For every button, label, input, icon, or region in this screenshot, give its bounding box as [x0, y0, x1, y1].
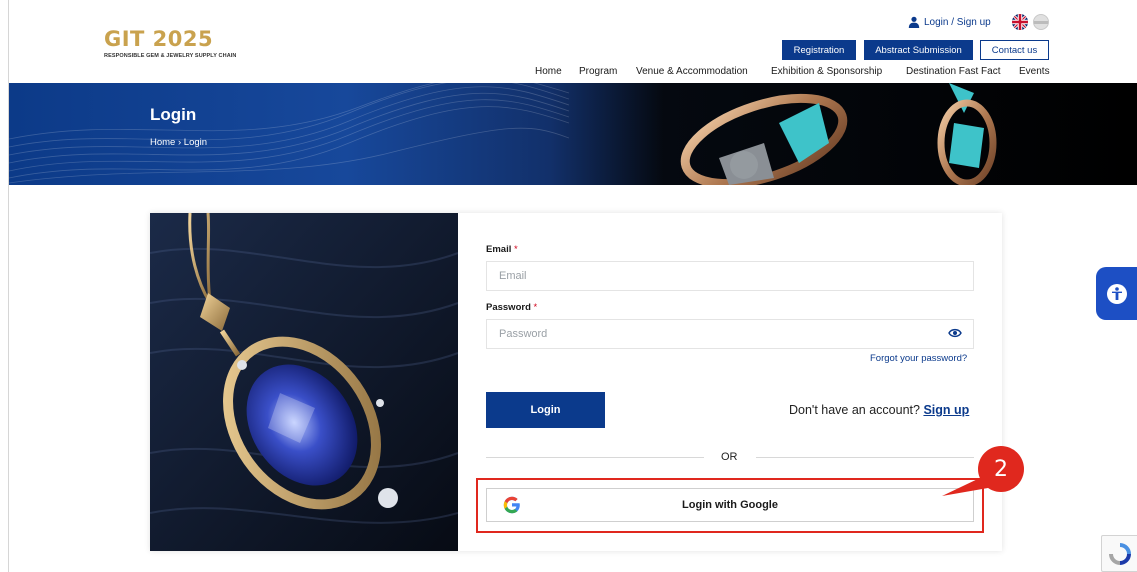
user-icon [908, 16, 920, 28]
login-signup-link[interactable]: Login / Sign up [908, 16, 991, 28]
password-input[interactable] [486, 319, 974, 349]
forgot-password-link[interactable]: Forgot your password? [870, 353, 967, 364]
required-mark: * [533, 302, 538, 313]
step-number: 2 [994, 456, 1008, 482]
jewelry-banner-image [680, 83, 997, 185]
page-title: Login [150, 105, 197, 124]
email-input[interactable] [486, 261, 974, 291]
sapphire-pendant-image [150, 213, 458, 551]
sign-up-link[interactable]: Sign up [923, 403, 969, 417]
registration-button[interactable]: Registration [782, 40, 856, 60]
no-account-text: Don't have an account? Sign up [789, 403, 969, 417]
nav-venue-accommodation[interactable]: Venue & Accommodation [636, 66, 748, 77]
banner-wave-lines [9, 83, 569, 184]
google-button-highlight-box [476, 478, 984, 533]
logo-title: GIT 2025 [104, 27, 214, 51]
login-signup-label: Login / Sign up [924, 16, 991, 28]
nav-program[interactable]: Program [579, 66, 617, 77]
password-label: Password * [486, 302, 537, 313]
password-label-text: Password [486, 302, 531, 313]
divider-left [486, 457, 704, 458]
nav-events[interactable]: Events [1019, 66, 1050, 77]
no-account-label: Don't have an account? [789, 403, 920, 417]
accessibility-icon [1106, 283, 1127, 304]
eye-icon[interactable] [948, 327, 962, 339]
nav-destination-fast-fact[interactable]: Destination Fast Fact [906, 66, 1000, 77]
abstract-submission-button[interactable]: Abstract Submission [864, 40, 973, 60]
uk-flag-icon[interactable] [1012, 14, 1028, 30]
nav-exhibition-sponsorship[interactable]: Exhibition & Sponsorship [771, 66, 882, 77]
required-mark: * [514, 244, 518, 255]
page-banner: Login Home › Login [9, 83, 1137, 185]
email-label-text: Email [486, 244, 512, 255]
or-divider-text: OR [721, 451, 738, 463]
logo-subtitle: RESPONSIBLE GEM & JEWELRY SUPPLY CHAIN [104, 53, 237, 59]
email-label: Email * [486, 244, 518, 255]
accessibility-button[interactable] [1096, 267, 1137, 320]
login-button[interactable]: Login [486, 392, 605, 428]
breadcrumb: Home › Login [150, 137, 208, 148]
site-logo[interactable]: GIT 2025 RESPONSIBLE GEM & JEWELRY SUPPL… [104, 28, 236, 59]
language-flag-icon[interactable] [1033, 14, 1049, 30]
contact-us-button[interactable]: Contact us [980, 40, 1049, 60]
recaptcha-icon [1109, 543, 1131, 565]
nav-home[interactable]: Home [535, 66, 562, 77]
recaptcha-badge[interactable] [1101, 535, 1137, 572]
